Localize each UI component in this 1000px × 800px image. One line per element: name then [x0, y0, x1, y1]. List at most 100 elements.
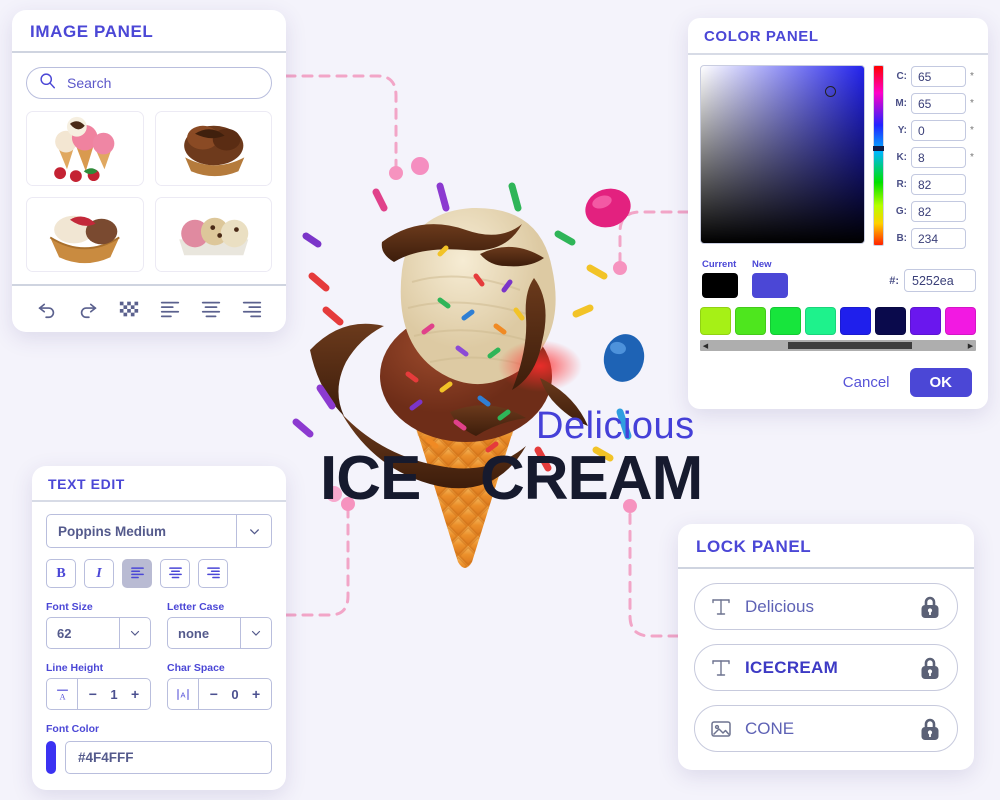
chevron-down-icon[interactable] [240, 618, 271, 648]
palette-swatch-2[interactable] [735, 307, 766, 335]
font-size-select[interactable]: 62 [46, 617, 151, 649]
lock-layer-delicious[interactable]: Delicious [694, 583, 958, 630]
font-size-value: 62 [57, 625, 72, 641]
line-height-decrement[interactable]: − [89, 686, 97, 702]
bold-button[interactable]: B [46, 559, 76, 588]
palette-swatch-6[interactable] [875, 307, 906, 335]
thumbnail-grid [12, 107, 286, 284]
undo-icon[interactable] [36, 298, 58, 320]
text-edit-panel: TEXT EDIT Poppins Medium B I Font Size 6… [32, 466, 286, 790]
palette-swatch-3[interactable] [770, 307, 801, 335]
padlock-icon[interactable] [917, 655, 943, 681]
caption-cream[interactable]: CREAM [480, 443, 703, 514]
char-space-stepper[interactable]: A − 0 + [167, 678, 272, 710]
palette-swatch-5[interactable] [840, 307, 871, 335]
input-m[interactable] [911, 93, 966, 114]
size-case-row: Font Size 62 Letter Case none [46, 601, 272, 649]
input-g[interactable] [911, 201, 966, 222]
new-color-group: New [752, 259, 788, 298]
italic-glyph: I [96, 565, 102, 581]
line-height-group: Line Height A − 1 + [46, 662, 151, 710]
caption-ice[interactable]: ICE [320, 443, 421, 514]
lock-layer-icecream[interactable]: ICECREAM [694, 644, 958, 691]
palette-swatch-1[interactable] [700, 307, 731, 335]
lock-layer-cone[interactable]: CONE [694, 705, 958, 752]
suffix-y: * [970, 125, 974, 136]
new-color-swatch[interactable] [752, 273, 788, 298]
hue-marker[interactable] [872, 146, 884, 151]
transparency-icon[interactable] [118, 298, 140, 320]
palette-scrollbar[interactable]: ◀ ▶ [700, 340, 976, 351]
input-k[interactable] [911, 147, 966, 168]
search-container [12, 53, 286, 107]
thumbnail-three-scoops-in-tray[interactable] [154, 197, 272, 272]
suffix-c: * [970, 71, 974, 82]
align-center-button[interactable] [160, 559, 190, 588]
cancel-button[interactable]: Cancel [837, 373, 896, 392]
spacing-row: Line Height A − 1 + Char Space A − 0 + [46, 662, 272, 710]
lock-panel: LOCK PANEL Delicious ICECREAM CONE [678, 524, 974, 770]
align-left-button[interactable] [122, 559, 152, 588]
char-space-icon: A [168, 679, 199, 709]
hex-field-group: #: [889, 259, 976, 292]
scroll-left-arrow[interactable]: ◀ [700, 340, 711, 351]
align-right-button[interactable] [198, 559, 228, 588]
input-c[interactable] [911, 66, 966, 87]
svg-text:A: A [59, 692, 65, 701]
thumbnail-ice-cream-in-waffle-basket[interactable] [26, 197, 144, 272]
font-color-swatch[interactable] [46, 741, 56, 774]
text-edit-body: Poppins Medium B I Font Size 62 Letter C… [32, 502, 286, 790]
label-g: G: [895, 206, 907, 217]
font-family-select[interactable]: Poppins Medium [46, 514, 272, 548]
letter-case-select[interactable]: none [167, 617, 272, 649]
chevron-down-icon[interactable] [236, 515, 271, 547]
font-color-input[interactable] [65, 741, 272, 774]
search-icon [39, 72, 56, 94]
lock-layer-label: CONE [745, 718, 795, 738]
search-box[interactable] [26, 67, 272, 99]
palette-swatch-7[interactable] [910, 307, 941, 335]
input-b[interactable] [911, 228, 966, 249]
align-right-icon[interactable] [241, 298, 263, 320]
align-left-icon[interactable] [159, 298, 181, 320]
font-family-value: Poppins Medium [58, 523, 166, 539]
label-b: B: [896, 233, 907, 244]
line-height-increment[interactable]: + [131, 686, 139, 702]
lock-layer-list: Delicious ICECREAM CONE [678, 569, 974, 770]
color-panel-body: C: * M: * Y: * K: [688, 55, 988, 359]
image-panel-header: IMAGE PANEL [12, 10, 286, 53]
letter-case-label: Letter Case [167, 601, 225, 613]
font-color-label: Font Color [46, 723, 100, 735]
caption-delicious[interactable]: Delicious [536, 405, 695, 448]
scrollbar-thumb[interactable] [788, 342, 912, 349]
label-r: R: [896, 179, 907, 190]
char-space-decrement[interactable]: − [210, 686, 218, 702]
lock-layer-label: ICECREAM [745, 657, 839, 677]
line-height-stepper[interactable]: A − 1 + [46, 678, 151, 710]
scroll-right-arrow[interactable]: ▶ [965, 340, 976, 351]
palette-swatch-8[interactable] [945, 307, 976, 335]
sv-cursor[interactable] [825, 86, 836, 97]
palette-swatch-4[interactable] [805, 307, 836, 335]
redo-icon[interactable] [77, 298, 99, 320]
input-r[interactable] [911, 174, 966, 195]
ok-button[interactable]: OK [909, 368, 972, 397]
thumbnail-sundae-cones-with-strawberries[interactable] [26, 111, 144, 186]
saturation-value-field[interactable] [700, 65, 865, 244]
hue-slider[interactable] [872, 65, 884, 246]
hex-input[interactable] [904, 269, 976, 292]
char-space-increment[interactable]: + [252, 686, 260, 702]
lock-panel-header: LOCK PANEL [678, 524, 974, 569]
padlock-icon[interactable] [917, 716, 943, 742]
align-center-icon[interactable] [200, 298, 222, 320]
current-color-swatch[interactable] [702, 273, 738, 298]
suffix-m: * [970, 98, 974, 109]
chevron-down-icon[interactable] [119, 618, 150, 648]
align-left-icon [130, 565, 145, 583]
palette-row [700, 307, 976, 335]
input-y[interactable] [911, 120, 966, 141]
search-input[interactable] [65, 74, 259, 92]
italic-button[interactable]: I [84, 559, 114, 588]
thumbnail-chocolate-scoops-in-waffle-bowl[interactable] [154, 111, 272, 186]
padlock-icon[interactable] [917, 594, 943, 620]
